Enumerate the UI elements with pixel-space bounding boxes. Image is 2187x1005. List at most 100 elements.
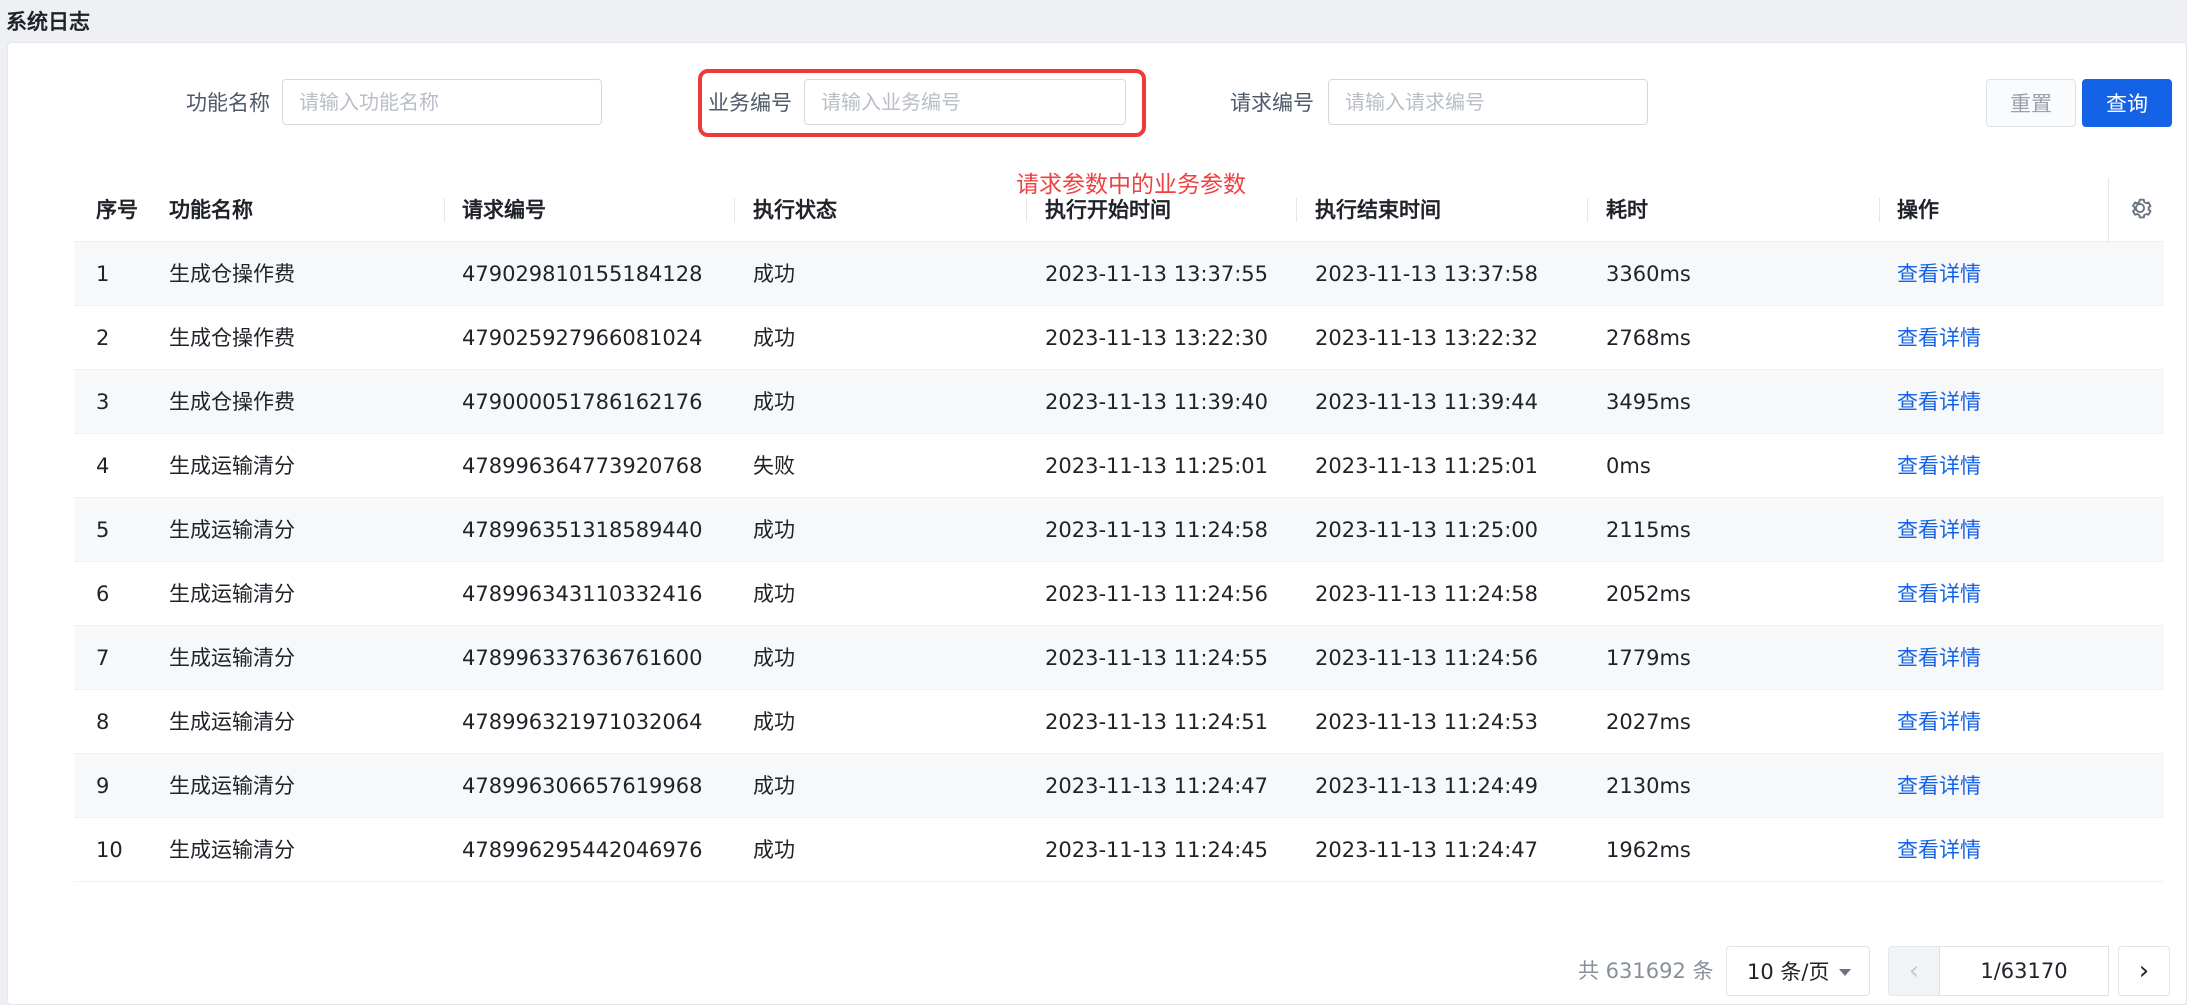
view-detail-link[interactable]: 查看详情 (1897, 370, 1981, 434)
cell-func-name: 生成仓操作费 (169, 390, 295, 414)
cell-index: 1 (96, 262, 110, 286)
cell-end-time: 2023-11-13 11:24:49 (1315, 774, 1539, 798)
cell-req-no: 478996295442046976 (462, 838, 703, 862)
col-action: 操作 (1897, 198, 1939, 222)
next-page-button[interactable]: › (2118, 946, 2170, 996)
biz-no-input[interactable] (804, 79, 1126, 125)
cell-func-name: 生成运输清分 (169, 454, 295, 478)
cell-status: 成功 (753, 774, 795, 798)
col-separator (1026, 198, 1027, 222)
cell-status: 成功 (753, 646, 795, 670)
cell-start-time: 2023-11-13 13:37:55 (1045, 262, 1269, 286)
page-size-value: 10 条/页 (1747, 960, 1830, 984)
cell-start-time: 2023-11-13 11:25:01 (1045, 454, 1269, 478)
reset-button[interactable]: 重置 (1986, 79, 2076, 127)
col-status: 执行状态 (753, 198, 837, 222)
view-detail-link[interactable]: 查看详情 (1897, 498, 1981, 562)
cell-func-name: 生成仓操作费 (169, 326, 295, 350)
view-detail-link[interactable]: 查看详情 (1897, 818, 1981, 882)
gear-icon[interactable] (2126, 194, 2154, 222)
table-row: 3 生成仓操作费 479000051786162176 成功 2023-11-13 11… (74, 370, 2164, 434)
cell-status: 成功 (753, 582, 795, 606)
cell-index: 7 (96, 646, 110, 670)
cell-index: 10 (96, 838, 123, 862)
col-start-time: 执行开始时间 (1045, 198, 1171, 222)
cell-func-name: 生成运输清分 (169, 582, 295, 606)
cell-end-time: 2023-11-13 11:24:56 (1315, 646, 1539, 670)
col-func-name: 功能名称 (169, 198, 253, 222)
cell-func-name: 生成运输清分 (169, 646, 295, 670)
func-name-input[interactable] (282, 79, 602, 125)
table-body: 1 生成仓操作费 479029810155184128 成功 2023-11-13 13… (74, 242, 2164, 882)
col-cost: 耗时 (1606, 198, 1648, 222)
cell-req-no: 479025927966081024 (462, 326, 703, 350)
col-req-no: 请求编号 (462, 198, 546, 222)
view-detail-link[interactable]: 查看详情 (1897, 626, 1981, 690)
cell-start-time: 2023-11-13 11:24:56 (1045, 582, 1269, 606)
page-size-select[interactable]: 10 条/页 (1726, 946, 1870, 996)
cell-cost: 2130ms (1606, 774, 1691, 798)
cell-end-time: 2023-11-13 11:39:44 (1315, 390, 1539, 414)
cell-index: 9 (96, 774, 110, 798)
cell-status: 成功 (753, 390, 795, 414)
cell-index: 5 (96, 518, 110, 542)
func-name-label: 功能名称 (186, 91, 270, 115)
cell-func-name: 生成仓操作费 (169, 262, 295, 286)
cell-req-no: 479000051786162176 (462, 390, 703, 414)
page-input[interactable]: 1/63170 (1939, 946, 2109, 996)
cell-start-time: 2023-11-13 11:24:51 (1045, 710, 1269, 734)
cell-cost: 2052ms (1606, 582, 1691, 606)
cell-cost: 2768ms (1606, 326, 1691, 350)
cell-start-time: 2023-11-13 11:24:58 (1045, 518, 1269, 542)
col-end-time: 执行结束时间 (1315, 198, 1441, 222)
cell-cost: 1962ms (1606, 838, 1691, 862)
cell-cost: 0ms (1606, 454, 1651, 478)
log-table: 序号 功能名称 请求编号 执行状态 执行开始时间 执行结束时间 耗时 操作 1 生… (74, 178, 2164, 882)
table-row: 5 生成运输清分 478996351318589440 成功 2023-11-13 11… (74, 498, 2164, 562)
cell-cost: 1779ms (1606, 646, 1691, 670)
cell-start-time: 2023-11-13 11:24:45 (1045, 838, 1269, 862)
prev-page-button[interactable]: ‹ (1888, 946, 1940, 996)
table-header: 序号 功能名称 请求编号 执行状态 执行开始时间 执行结束时间 耗时 操作 (74, 178, 2164, 242)
cell-req-no: 478996364773920768 (462, 454, 703, 478)
view-detail-link[interactable]: 查看详情 (1897, 242, 1981, 306)
view-detail-link[interactable]: 查看详情 (1897, 690, 1981, 754)
cell-func-name: 生成运输清分 (169, 518, 295, 542)
cell-end-time: 2023-11-13 11:25:00 (1315, 518, 1539, 542)
cell-index: 2 (96, 326, 110, 350)
cell-start-time: 2023-11-13 11:39:40 (1045, 390, 1269, 414)
caret-down-icon (1839, 969, 1851, 976)
view-detail-link[interactable]: 查看详情 (1897, 562, 1981, 626)
cell-func-name: 生成运输清分 (169, 774, 295, 798)
table-row: 2 生成仓操作费 479025927966081024 成功 2023-11-13 13… (74, 306, 2164, 370)
cell-end-time: 2023-11-13 13:22:32 (1315, 326, 1539, 350)
view-detail-link[interactable]: 查看详情 (1897, 306, 1981, 370)
cell-status: 成功 (753, 518, 795, 542)
view-detail-link[interactable]: 查看详情 (1897, 754, 1981, 818)
table-row: 4 生成运输清分 478996364773920768 失败 2023-11-13 11… (74, 434, 2164, 498)
cell-end-time: 2023-11-13 11:25:01 (1315, 454, 1539, 478)
cell-req-no: 478996321971032064 (462, 710, 703, 734)
cell-cost: 3360ms (1606, 262, 1691, 286)
col-separator (2108, 178, 2109, 242)
total-count: 共 631692 条 (1578, 959, 1714, 983)
table-row: 6 生成运输清分 478996343110332416 成功 2023-11-13 11… (74, 562, 2164, 626)
query-button[interactable]: 查询 (2082, 79, 2172, 127)
cell-end-time: 2023-11-13 11:24:53 (1315, 710, 1539, 734)
cell-cost: 2115ms (1606, 518, 1691, 542)
cell-start-time: 2023-11-13 11:24:47 (1045, 774, 1269, 798)
cell-start-time: 2023-11-13 13:22:30 (1045, 326, 1269, 350)
cell-req-no: 479029810155184128 (462, 262, 703, 286)
table-row: 10 生成运输清分 478996295442046976 成功 2023-11-13 1… (74, 818, 2164, 882)
req-no-input[interactable] (1328, 79, 1648, 125)
col-separator (444, 198, 445, 222)
cell-end-time: 2023-11-13 13:37:58 (1315, 262, 1539, 286)
cell-func-name: 生成运输清分 (169, 710, 295, 734)
col-separator (734, 198, 735, 222)
table-row: 9 生成运输清分 478996306657619968 成功 2023-11-13 11… (74, 754, 2164, 818)
cell-req-no: 478996306657619968 (462, 774, 703, 798)
page-title: 系统日志 (6, 10, 90, 34)
cell-req-no: 478996337636761600 (462, 646, 703, 670)
view-detail-link[interactable]: 查看详情 (1897, 434, 1981, 498)
biz-no-label: 业务编号 (708, 91, 792, 115)
